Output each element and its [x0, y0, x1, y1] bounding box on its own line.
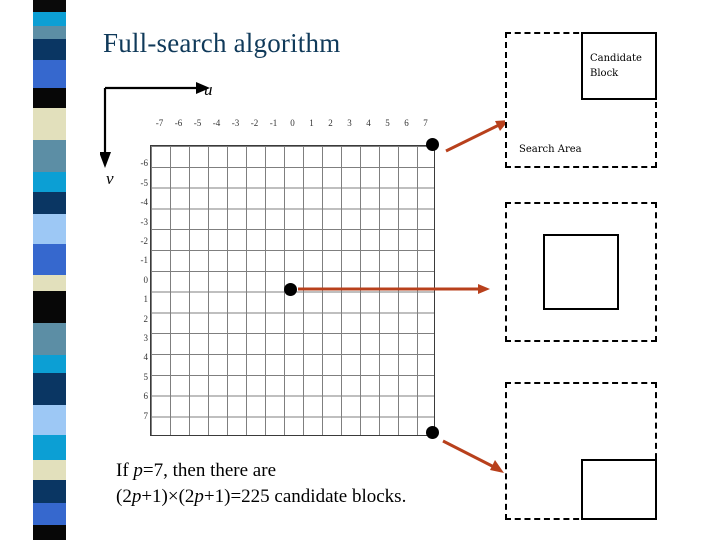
marker-dot-bottom-right: [426, 426, 439, 439]
caption-l2-part-c: +1)=225 candidate blocks.: [203, 485, 407, 507]
caption-l2-var-p1: p: [131, 485, 142, 507]
y-tick-label: 6: [143, 391, 149, 402]
color-band-4: [33, 60, 66, 88]
y-tick-label: -1: [140, 255, 149, 266]
y-tick-label: 7: [143, 410, 149, 421]
x-tick-label: -1: [269, 118, 278, 128]
x-tick-label: 6: [404, 118, 409, 128]
page-title: Full-search algorithm: [103, 28, 341, 58]
y-tick-label: 3: [143, 333, 149, 343]
x-tick-label: -3: [231, 118, 240, 128]
x-tick-label: 0: [290, 118, 295, 128]
color-band-21: [33, 503, 66, 525]
color-band-22: [33, 525, 66, 540]
caption-l2-part-a: (2: [116, 485, 132, 507]
x-tick-label: 3: [347, 118, 352, 128]
y-tick-label: -6: [140, 158, 149, 169]
y-tick-label: -4: [140, 197, 149, 208]
y-tick-label: -3: [140, 216, 149, 227]
color-band-1: [33, 12, 66, 26]
y-tick-label: -5: [140, 177, 149, 188]
x-tick-label: -2: [250, 118, 259, 128]
x-tick-label: 2: [328, 118, 333, 128]
color-band-9: [33, 192, 66, 214]
caption-l2-part-b: +1)×(2: [141, 485, 195, 507]
axis-label-v: v: [106, 169, 114, 188]
caption-line-1: If p=7, then there are: [116, 458, 406, 484]
marker-dot-top-right: [426, 138, 439, 151]
x-tick-label: -5: [193, 118, 202, 128]
decorative-color-strip: [33, 0, 66, 540]
caption-l1-part-a: If: [116, 460, 134, 481]
color-band-7: [33, 140, 66, 172]
caption-l1-part-b: =7, then there are: [142, 460, 276, 481]
x-tick-label: -6: [174, 118, 183, 128]
x-tick-label: -4: [212, 118, 221, 128]
y-tick-label: 0: [143, 274, 149, 285]
color-band-19: [33, 460, 66, 480]
x-tick-label: -7: [155, 118, 164, 128]
x-tick-label: 4: [366, 118, 371, 128]
color-band-15: [33, 355, 66, 373]
search-area-label-1: Search Area: [519, 144, 582, 155]
y-tick-label: 2: [143, 313, 149, 324]
arrow-to-search-area-bottom: [442, 439, 504, 473]
caption-l2-var-p2: p: [194, 485, 204, 507]
slide-canvas: Full-search algorithm u v -7 -6 -5 -4 -3 -2 -1…: [0, 0, 720, 540]
y-tick-label: -2: [140, 236, 149, 246]
color-band-14: [33, 323, 66, 355]
caption-line-2: (2p+1)×(2p+1)=225 candidate blocks.: [116, 484, 406, 510]
arrow-to-search-area-top: [445, 120, 509, 153]
color-band-13: [33, 291, 66, 323]
axis-label-u: u: [204, 80, 213, 99]
color-band-0: [33, 0, 66, 12]
color-band-2: [33, 26, 66, 39]
y-tick-label: 5: [143, 371, 149, 382]
color-band-11: [33, 244, 66, 275]
color-band-18: [33, 435, 66, 460]
candidate-block-label-1: Candidate Block: [590, 52, 642, 81]
candidate-label-line2: Block: [590, 67, 619, 79]
candidate-block-2: [543, 234, 619, 310]
color-band-17: [33, 405, 66, 435]
arrow-to-search-area-middle: [298, 284, 490, 294]
color-band-16: [33, 373, 66, 405]
x-tick-label: 1: [309, 118, 314, 128]
x-tick-label: 7: [423, 118, 428, 128]
color-band-12: [33, 275, 66, 291]
color-band-20: [33, 480, 66, 503]
candidate-block-3: [581, 459, 657, 520]
caption-l1-var-p: p: [133, 460, 143, 481]
y-tick-label: 1: [143, 294, 149, 305]
candidate-label-line1: Candidate: [590, 53, 642, 64]
color-band-5: [33, 88, 66, 108]
y-tick-label: 4: [143, 352, 149, 363]
color-band-8: [33, 172, 66, 192]
color-band-3: [33, 39, 66, 60]
color-band-6: [33, 108, 66, 140]
color-band-10: [33, 214, 66, 244]
x-tick-label: 5: [385, 118, 390, 128]
caption-text: If p=7, then there are (2p+1)×(2p+1)=225…: [116, 458, 406, 509]
